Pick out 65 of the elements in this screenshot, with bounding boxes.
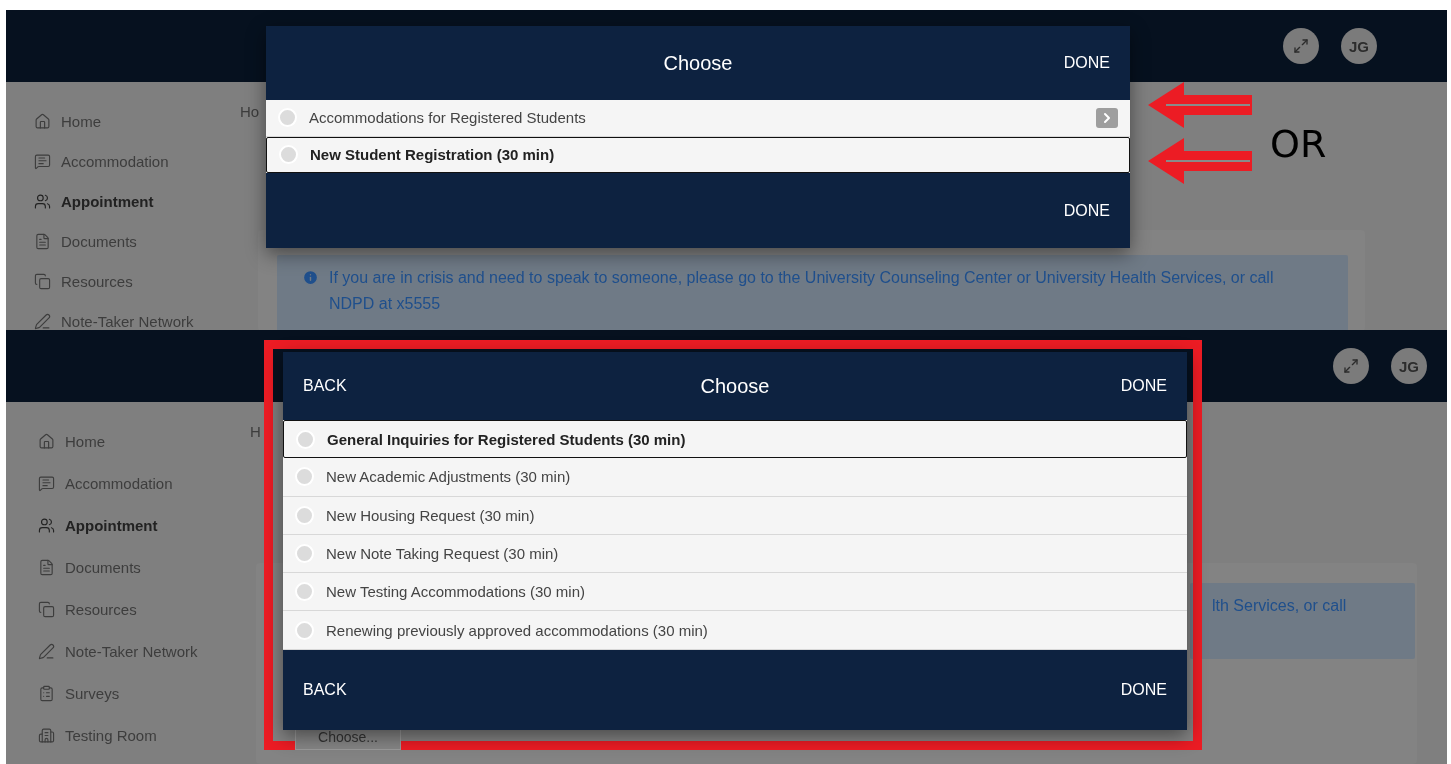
option-row[interactable]: General Inquiries for Registered Students (30 min)	[283, 420, 1187, 459]
option-label: General Inquiries for Registered Students (30 min)	[327, 430, 687, 448]
sidebar-item[interactable]: Note-Taker Network	[34, 311, 194, 330]
radio-button[interactable]	[295, 467, 314, 487]
radio-button[interactable]	[295, 544, 314, 564]
home-icon	[38, 432, 55, 450]
option-label: Renewing previously approved accommodations (30 min)	[326, 621, 709, 639]
sidebar-item[interactable]: Resources	[38, 599, 137, 619]
info-icon	[302, 269, 319, 286]
alert-text: lth Services, or call	[1212, 596, 1347, 616]
message-icon	[34, 152, 51, 170]
pen-icon	[34, 312, 51, 330]
people-icon	[38, 516, 55, 534]
sidebar-item[interactable]: Accommodation	[34, 151, 169, 171]
message-icon	[38, 474, 55, 492]
sidebar-item[interactable]: Accommodation	[38, 473, 173, 493]
radio-button[interactable]	[279, 145, 298, 165]
radio-button[interactable]	[295, 620, 314, 640]
done-button[interactable]: DONE	[1120, 377, 1167, 395]
pen-icon	[38, 642, 55, 660]
breadcrumb[interactable]: H	[250, 423, 261, 443]
option-row[interactable]: New Student Registration (30 min)	[266, 136, 1130, 173]
option-label: New Academic Adjustments (30 min)	[326, 468, 572, 486]
back-button[interactable]: BACK	[303, 377, 347, 395]
breadcrumb[interactable]: Ho	[240, 103, 260, 123]
sidebar-item[interactable]: Appointment	[34, 191, 154, 211]
user-avatar[interactable]: JG	[1391, 348, 1427, 384]
sidebar-item[interactable]: Documents	[34, 231, 137, 251]
option-label: New Note Taking Request (30 min)	[326, 545, 560, 563]
folders-icon	[34, 272, 51, 290]
annotation-text: OR	[1270, 122, 1327, 166]
dialog-title: Choose	[700, 374, 770, 398]
done-button[interactable]: DONE	[1063, 201, 1110, 220]
user-avatar[interactable]: JG	[1341, 28, 1377, 64]
sidebar-item[interactable]: Note-Taker Network	[38, 641, 198, 661]
option-label: New Housing Request (30 min)	[326, 506, 536, 524]
radio-button[interactable]	[296, 429, 315, 449]
document-icon	[34, 232, 51, 250]
expand-icon[interactable]	[1333, 348, 1369, 384]
chevron-right-icon[interactable]	[1096, 107, 1118, 128]
back-button[interactable]: BACK	[303, 680, 347, 699]
people-icon	[34, 192, 51, 210]
building-icon	[38, 726, 55, 744]
option-label: Accommodations for Registered Students	[309, 109, 587, 127]
folders-icon	[38, 600, 55, 618]
option-label: New Student Registration (30 min)	[310, 146, 556, 164]
done-button[interactable]: DONE	[1063, 54, 1110, 72]
sidebar-item[interactable]: Testing Room	[38, 725, 157, 745]
sidebar-item[interactable]: Home	[34, 111, 101, 131]
radio-button[interactable]	[295, 582, 314, 602]
dialog-title: Choose	[663, 51, 733, 75]
sidebar-item[interactable]: Surveys	[38, 683, 120, 703]
radio-button[interactable]	[295, 505, 314, 525]
home-icon	[34, 112, 51, 130]
sidebar-item[interactable]: Resources	[34, 271, 133, 291]
option-label: New Testing Accommodations (30 min)	[326, 583, 586, 601]
clipboard-icon	[38, 684, 55, 702]
done-button[interactable]: DONE	[1120, 680, 1167, 699]
expand-icon[interactable]	[1283, 28, 1319, 64]
alert-text: If you are in crisis and need to speak to someone, please go to the University Counseling Center or University Health Services, or call NDPD at x5555	[329, 268, 1275, 314]
sidebar-item[interactable]: Appointment	[38, 515, 158, 535]
sidebar-item[interactable]: Home	[38, 431, 105, 451]
sidebar-item[interactable]: Documents	[38, 557, 141, 577]
document-icon	[38, 558, 55, 576]
radio-button[interactable]	[278, 108, 297, 128]
